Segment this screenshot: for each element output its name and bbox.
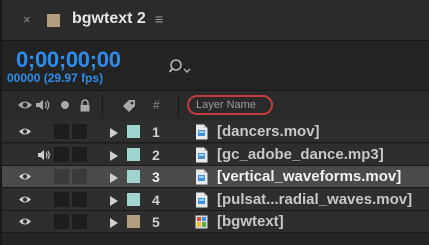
lock-cell[interactable] xyxy=(72,191,87,207)
layer-number: 1 xyxy=(152,124,160,140)
expand-twirl-icon[interactable] xyxy=(110,173,118,184)
lock-cell[interactable] xyxy=(72,124,87,139)
current-time-display[interactable]: 0;00;00;00 xyxy=(16,48,121,72)
solo-cell[interactable] xyxy=(54,146,69,162)
layer-name-header-label: Layer Name xyxy=(196,99,256,111)
layer-number: 3 xyxy=(152,169,160,186)
timeline-panel: × bgwtext 2 ≡ 0;00;00;00 00000 (29.97 fp… xyxy=(0,0,429,245)
layer-number-header[interactable]: # xyxy=(153,98,160,112)
composition-icon xyxy=(195,215,208,229)
comp-label-swatch xyxy=(47,14,60,27)
footage-file-icon xyxy=(196,169,208,185)
layer-name[interactable]: [pulsat...radial_waves.mov] xyxy=(217,191,412,209)
layer-eye-icon[interactable] xyxy=(18,126,32,137)
layer-number: 4 xyxy=(152,191,160,208)
layer-name[interactable]: [gc_adobe_dance.mp3] xyxy=(217,146,384,164)
lock-cell[interactable] xyxy=(72,169,87,185)
search-icon[interactable] xyxy=(168,57,192,77)
audio-file-icon xyxy=(196,147,208,163)
label-color-swatch[interactable] xyxy=(127,147,140,161)
solo-cell[interactable] xyxy=(54,191,69,207)
layer-eye-icon[interactable] xyxy=(18,194,32,205)
layer-column-header: # Layer Name xyxy=(2,90,429,122)
frame-count-readout: 00000 (29.97 fps) xyxy=(7,71,104,85)
header-divider xyxy=(178,95,179,117)
label-color-swatch[interactable] xyxy=(127,192,140,206)
footage-file-icon xyxy=(196,124,208,140)
layer-name[interactable]: [bgwtext] xyxy=(217,213,284,231)
layer-row[interactable]: 3 [vertical_waveforms.mov] xyxy=(2,166,429,189)
layer-number: 5 xyxy=(152,214,160,231)
footage-file-icon xyxy=(196,192,208,208)
panel-menu-icon[interactable]: ≡ xyxy=(155,11,163,27)
lock-icon[interactable] xyxy=(79,99,91,112)
expand-twirl-icon[interactable] xyxy=(110,128,118,138)
label-color-swatch[interactable] xyxy=(127,125,140,138)
layer-number: 2 xyxy=(152,146,160,163)
header-divider xyxy=(102,95,103,117)
label-color-swatch[interactable] xyxy=(127,215,140,229)
expand-twirl-icon[interactable] xyxy=(110,218,118,229)
solo-cell[interactable] xyxy=(54,169,69,185)
layer-eye-icon[interactable] xyxy=(18,171,32,182)
solo-cell[interactable] xyxy=(54,214,69,230)
expand-twirl-icon[interactable] xyxy=(110,150,118,161)
eye-icon[interactable] xyxy=(17,99,33,111)
layer-row[interactable]: 2 [gc_adobe_dance.mp3] xyxy=(2,143,429,166)
solo-dot-icon[interactable] xyxy=(60,99,70,111)
layer-row[interactable]: 4 [pulsat...radial_waves.mov] xyxy=(2,188,429,211)
label-color-swatch[interactable] xyxy=(127,170,140,184)
layer-eye-icon[interactable] xyxy=(18,216,32,227)
expand-twirl-icon[interactable] xyxy=(110,195,118,206)
label-tag-icon[interactable] xyxy=(122,99,136,113)
lock-cell[interactable] xyxy=(72,146,87,162)
layer-name[interactable]: [dancers.mov] xyxy=(217,123,320,141)
tab-close-icon[interactable]: × xyxy=(23,13,31,27)
solo-cell[interactable] xyxy=(54,124,69,139)
speaker-icon[interactable] xyxy=(35,99,51,111)
comp-tab-bar: × bgwtext 2 ≡ xyxy=(2,0,429,41)
layer-name-header[interactable]: Layer Name xyxy=(187,95,273,115)
timecode-area: 0;00;00;00 00000 (29.97 fps) xyxy=(2,41,429,90)
comp-tab-title[interactable]: bgwtext 2 xyxy=(72,9,146,29)
layer-speaker-icon[interactable] xyxy=(37,149,51,161)
layer-row[interactable]: 5 [bgwtext] xyxy=(2,211,429,234)
lock-cell[interactable] xyxy=(72,214,87,230)
layer-row[interactable]: 1 [dancers.mov] xyxy=(2,121,429,143)
layer-name[interactable]: [vertical_waveforms.mov] xyxy=(217,168,401,186)
